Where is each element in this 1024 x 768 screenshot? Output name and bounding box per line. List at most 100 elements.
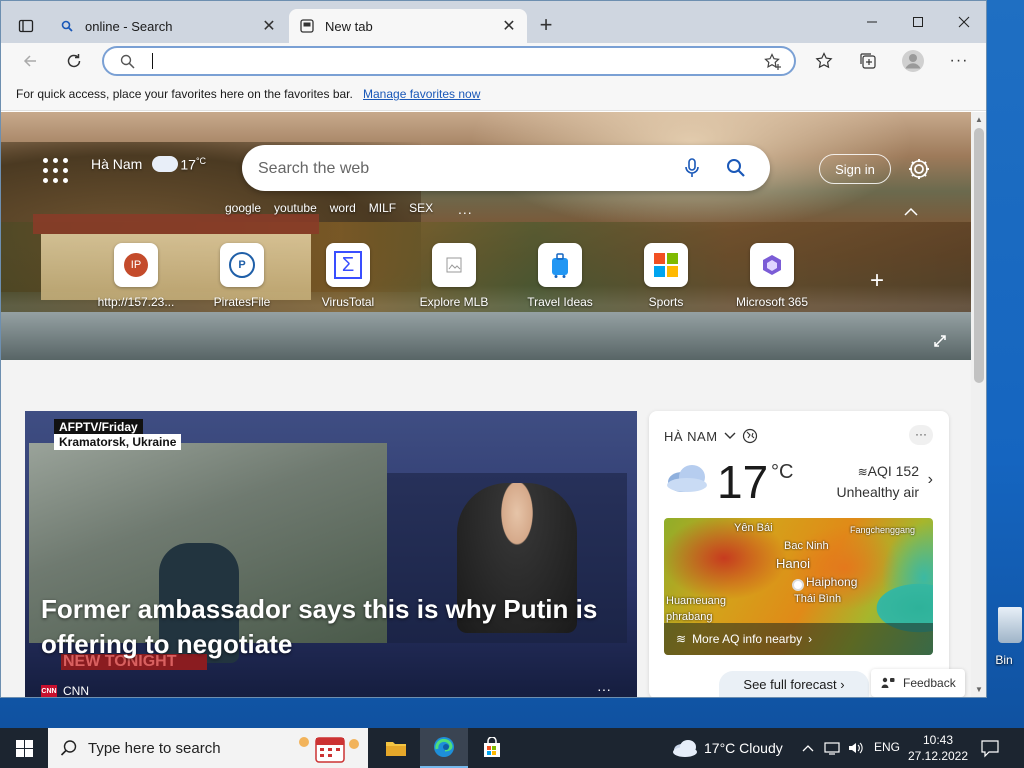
file-explorer-button[interactable] [372, 728, 420, 768]
add-quick-link-button[interactable]: + [865, 269, 889, 293]
microphone-icon[interactable] [684, 158, 700, 181]
favorites-button[interactable] [810, 47, 838, 75]
taskbar-weather[interactable]: 17°C Cloudy [672, 728, 783, 768]
map-city-label: Yên Bái [734, 522, 773, 534]
recycle-bin-shortcut[interactable]: Bin [984, 605, 1024, 675]
location-pin-icon [792, 579, 804, 591]
news-more-button[interactable]: ··· [597, 681, 611, 697]
map-city-label: Bac Ninh [784, 540, 829, 552]
sign-in-button[interactable]: Sign in [819, 154, 891, 184]
trending-item[interactable]: SEX [409, 201, 433, 215]
scroll-down-arrow-icon[interactable]: ▼ [974, 685, 984, 695]
profile-button[interactable] [899, 47, 927, 75]
address-input[interactable] [160, 51, 760, 71]
feedback-button[interactable]: Feedback [871, 669, 965, 697]
air-quality-map[interactable]: Yên Bái Bac Ninh Hanoi Haiphong Thái Bìn… [664, 518, 933, 655]
store-button[interactable] [468, 728, 516, 768]
refresh-icon [67, 54, 81, 68]
browser-window: online - Search ✕ New tab ✕ + ··· For qu… [0, 0, 987, 698]
scroll-up-arrow-icon[interactable]: ▲ [974, 115, 984, 125]
collections-icon [860, 53, 876, 69]
edge-button[interactable] [420, 728, 468, 768]
manage-favorites-link[interactable]: Manage favorites now [363, 87, 480, 101]
search-icon[interactable] [726, 158, 746, 181]
quick-link-microsoft-365[interactable]: Microsoft 365 [722, 243, 822, 309]
trending-more-button[interactable]: ... [458, 201, 473, 217]
back-button[interactable] [16, 47, 44, 75]
quick-link-ip[interactable]: IP http://157.23... [86, 243, 186, 309]
air-quality[interactable]: ≋AQI 152 Unhealthy air [837, 461, 920, 502]
scrollbar-thumb[interactable] [974, 128, 984, 383]
temperature-unit[interactable]: °C [771, 461, 793, 484]
settings-more-button[interactable]: ··· [945, 47, 973, 75]
quick-link-explore-mlb[interactable]: Explore MLB [404, 243, 504, 309]
text-caret [152, 53, 153, 69]
notification-icon [981, 740, 999, 758]
more-aq-info-link[interactable]: ≋ More AQ info nearby › [664, 623, 933, 655]
map-city-label: Huameuang [666, 595, 726, 607]
news-source-name: CNN [63, 684, 89, 698]
taskbar-weather-text: 17°C Cloudy [704, 740, 783, 756]
close-tab-icon[interactable]: ✕ [261, 18, 277, 35]
collections-button[interactable] [854, 47, 882, 75]
new-tab-button[interactable]: + [534, 12, 558, 37]
chevron-up-icon[interactable] [800, 740, 816, 756]
newtab-icon [299, 18, 315, 34]
news-card[interactable]: NEW TONIGHT AFPTV/Friday Kramatorsk, Ukr… [25, 411, 637, 698]
refresh-button[interactable] [60, 47, 88, 75]
volume-icon[interactable] [848, 740, 864, 756]
chevron-right-icon[interactable]: › [928, 471, 933, 489]
news-headline[interactable]: Former ambassador says this is why Putin… [41, 592, 621, 662]
page-scrollbar[interactable]: ▲ ▼ [971, 112, 986, 697]
collapse-button[interactable] [901, 204, 921, 220]
expand-icon[interactable] [933, 334, 947, 351]
taskbar-search-placeholder: Type here to search [88, 739, 221, 757]
page-settings-button[interactable] [906, 156, 932, 182]
minimize-icon [867, 21, 877, 23]
chevron-right-icon: › [808, 632, 813, 646]
weather-location: Hà Nam [91, 156, 143, 173]
tab-actions-icon [18, 19, 34, 33]
notification-center-button[interactable] [980, 738, 1000, 758]
avatar-icon [902, 50, 924, 72]
trending-item[interactable]: MILF [369, 201, 396, 215]
tab-title: New tab [325, 18, 373, 34]
quick-link-travel-ideas[interactable]: Travel Ideas [510, 243, 610, 309]
quick-link-virustotal[interactable]: Σ VirusTotal [298, 243, 398, 309]
close-tab-icon[interactable]: ✕ [501, 18, 517, 35]
cloud-icon [673, 740, 697, 757]
weather-location-selector[interactable]: HÀ NAM [664, 428, 758, 444]
tab-online-search[interactable]: online - Search ✕ [49, 9, 287, 43]
close-window-button[interactable] [941, 7, 986, 37]
trending-item[interactable]: google [225, 201, 261, 215]
weather-more-button[interactable]: ··· [909, 425, 933, 445]
weather-card[interactable]: HÀ NAM ··· 17 °C ≋AQI 152 Unhealthy air … [649, 411, 949, 697]
search-placeholder: Search the web [258, 160, 370, 177]
tab-new-tab[interactable]: New tab ✕ [289, 9, 527, 43]
cnn-logo-icon: CNN [41, 685, 57, 697]
clock[interactable]: 10:43 27.12.2022 [905, 732, 971, 764]
map-city-label: Hanoi [776, 556, 810, 571]
trending-item[interactable]: youtube [274, 201, 317, 215]
header-weather[interactable]: Hà Nam 17°C [91, 156, 206, 173]
input-language[interactable]: ENG [874, 740, 900, 754]
see-full-forecast-button[interactable]: See full forecast › [719, 671, 869, 697]
taskbar-search-box[interactable]: Type here to search [48, 728, 368, 768]
address-bar[interactable] [102, 46, 796, 76]
tab-actions-button[interactable] [9, 9, 43, 43]
start-button[interactable] [0, 728, 48, 768]
recycle-bin-icon [998, 607, 1022, 643]
web-search-box[interactable]: Search the web [242, 145, 770, 191]
quick-link-piratesfile[interactable]: P PiratesFile [192, 243, 292, 309]
maximize-icon [913, 17, 923, 27]
add-favorite-icon[interactable] [764, 53, 782, 74]
favorites-star-icon [815, 52, 833, 69]
app-launcher-button[interactable] [39, 154, 69, 184]
weather-location: HÀ NAM [664, 428, 718, 444]
feedback-label: Feedback [903, 676, 956, 690]
minimize-button[interactable] [849, 7, 895, 37]
trending-item[interactable]: word [330, 201, 356, 215]
maximize-button[interactable] [895, 7, 941, 37]
quick-link-sports[interactable]: Sports [616, 243, 716, 309]
network-icon[interactable] [824, 740, 840, 756]
